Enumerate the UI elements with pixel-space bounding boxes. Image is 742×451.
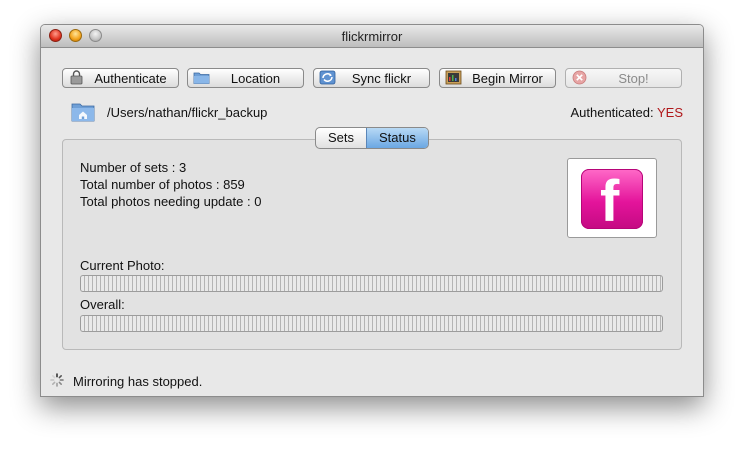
needing-update-count: Total photos needing update : 0 <box>80 194 262 209</box>
begin-mirror-label: Begin Mirror <box>472 71 543 86</box>
stop-label: Stop! <box>618 71 649 86</box>
sync-flickr-label: Sync flickr <box>351 71 412 86</box>
title-bar: flickrmirror <box>41 25 703 48</box>
window-title: flickrmirror <box>341 29 403 44</box>
overall-progress <box>80 315 663 332</box>
auth-label: Authenticated: <box>570 105 654 120</box>
status-text: Mirroring has stopped. <box>73 374 203 389</box>
mirror-icon <box>445 70 462 85</box>
sync-icon <box>319 70 336 85</box>
authenticate-label: Authenticate <box>94 71 167 86</box>
home-folder-icon <box>71 103 95 122</box>
tab-bar: Sets Status <box>315 127 429 149</box>
backup-path: /Users/nathan/flickr_backup <box>107 105 268 120</box>
current-photo-label: Current Photo: <box>80 258 165 273</box>
location-label: Location <box>230 71 281 86</box>
sets-count: Number of sets : 3 <box>80 160 187 175</box>
auth-value: YES <box>656 105 683 120</box>
stop-icon <box>572 70 587 85</box>
location-button[interactable]: Location <box>187 68 304 88</box>
app-window: flickrmirror Authenticate Location Sync … <box>40 24 704 397</box>
begin-mirror-button[interactable]: Begin Mirror <box>439 68 556 88</box>
folder-icon <box>193 72 210 84</box>
lock-icon <box>70 70 83 85</box>
overall-label: Overall: <box>80 297 125 312</box>
tab-status[interactable]: Status <box>366 128 428 148</box>
flickr-logo-frame: f <box>567 158 657 238</box>
photos-count: Total number of photos : 859 <box>80 177 245 192</box>
spinner-icon <box>50 373 64 387</box>
authenticate-button[interactable]: Authenticate <box>62 68 179 88</box>
auth-status: Authenticated: YES <box>570 105 683 120</box>
stop-button[interactable]: Stop! <box>565 68 682 88</box>
sync-flickr-button[interactable]: Sync flickr <box>313 68 430 88</box>
current-photo-progress <box>80 275 663 292</box>
tab-sets[interactable]: Sets <box>316 128 366 148</box>
flickr-logo-icon: f <box>581 169 643 229</box>
